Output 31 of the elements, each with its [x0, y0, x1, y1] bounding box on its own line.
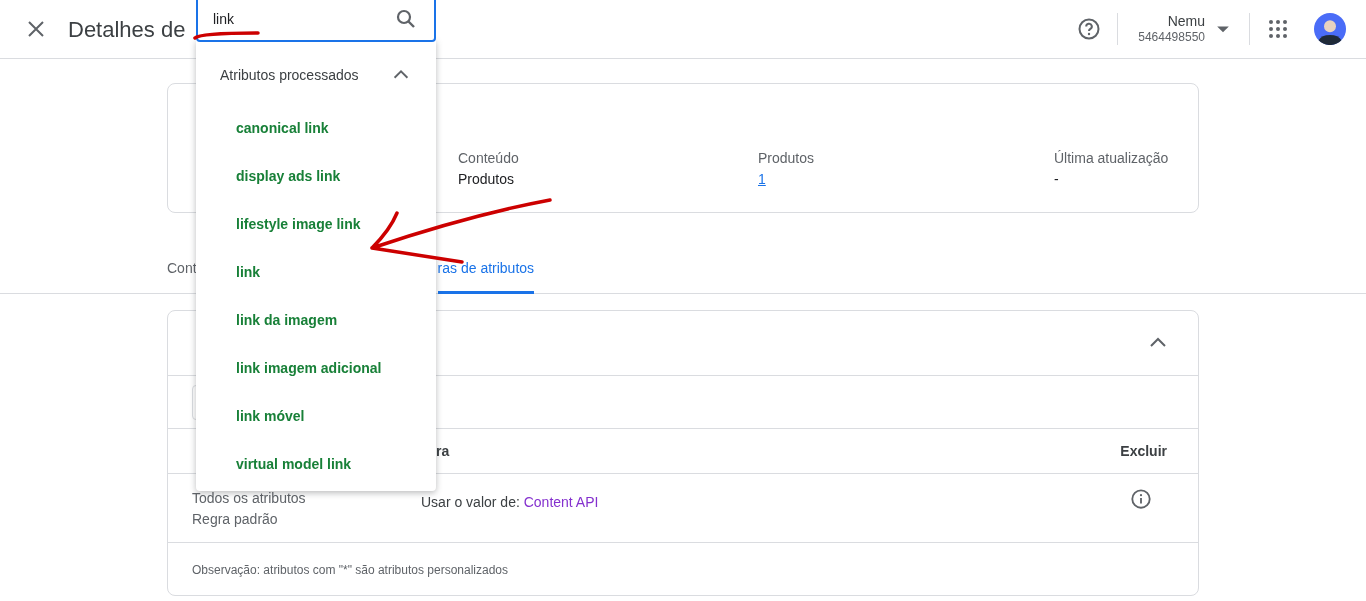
dropdown-item[interactable]: lifestyle image link	[196, 200, 436, 248]
account-id: 5464498550	[1138, 30, 1205, 45]
help-icon[interactable]	[1077, 17, 1102, 41]
account-name: Nemu	[1166, 13, 1205, 31]
info-icon[interactable]	[1130, 488, 1152, 510]
dropdown-item[interactable]: link móvel	[196, 392, 436, 440]
tab[interactable]: Cont	[167, 255, 197, 294]
field-label: Produtos	[758, 149, 816, 168]
column-header: ra	[436, 442, 450, 459]
column-header: Excluir	[1120, 441, 1167, 461]
footnote: Observação: atributos com "*" são atributos personalizados	[191, 562, 509, 579]
table-cell: Usar o valor de: Content API	[421, 494, 599, 510]
field-value: -	[1054, 170, 1060, 189]
table-cell-text: Todos os atributos	[192, 489, 307, 508]
dropdown-item[interactable]: link da imagem	[196, 296, 436, 344]
group-label: Atributos processados	[220, 65, 359, 85]
page-title: Detalhes de	[68, 15, 186, 44]
avatar[interactable]	[1314, 13, 1346, 45]
dropdown-item[interactable]: link imagem adicional	[196, 344, 436, 392]
products-link[interactable]: 1	[758, 171, 766, 187]
table-cell-text: Regra padrão	[192, 510, 279, 529]
apps-icon[interactable]	[1266, 17, 1290, 41]
dropdown-item[interactable]: display ads link	[196, 152, 436, 200]
dropdown-item[interactable]: virtual model link	[196, 440, 436, 488]
field-label: Última atualização	[1054, 149, 1170, 168]
annotation-underline	[193, 31, 260, 40]
search-field[interactable]: link	[196, 0, 436, 42]
dropdown-item[interactable]: canonical link	[196, 104, 436, 152]
field-value: Produtos	[458, 170, 516, 189]
field-label: Conteúdo	[458, 149, 520, 168]
dropdown-item[interactable]: link	[196, 248, 436, 296]
